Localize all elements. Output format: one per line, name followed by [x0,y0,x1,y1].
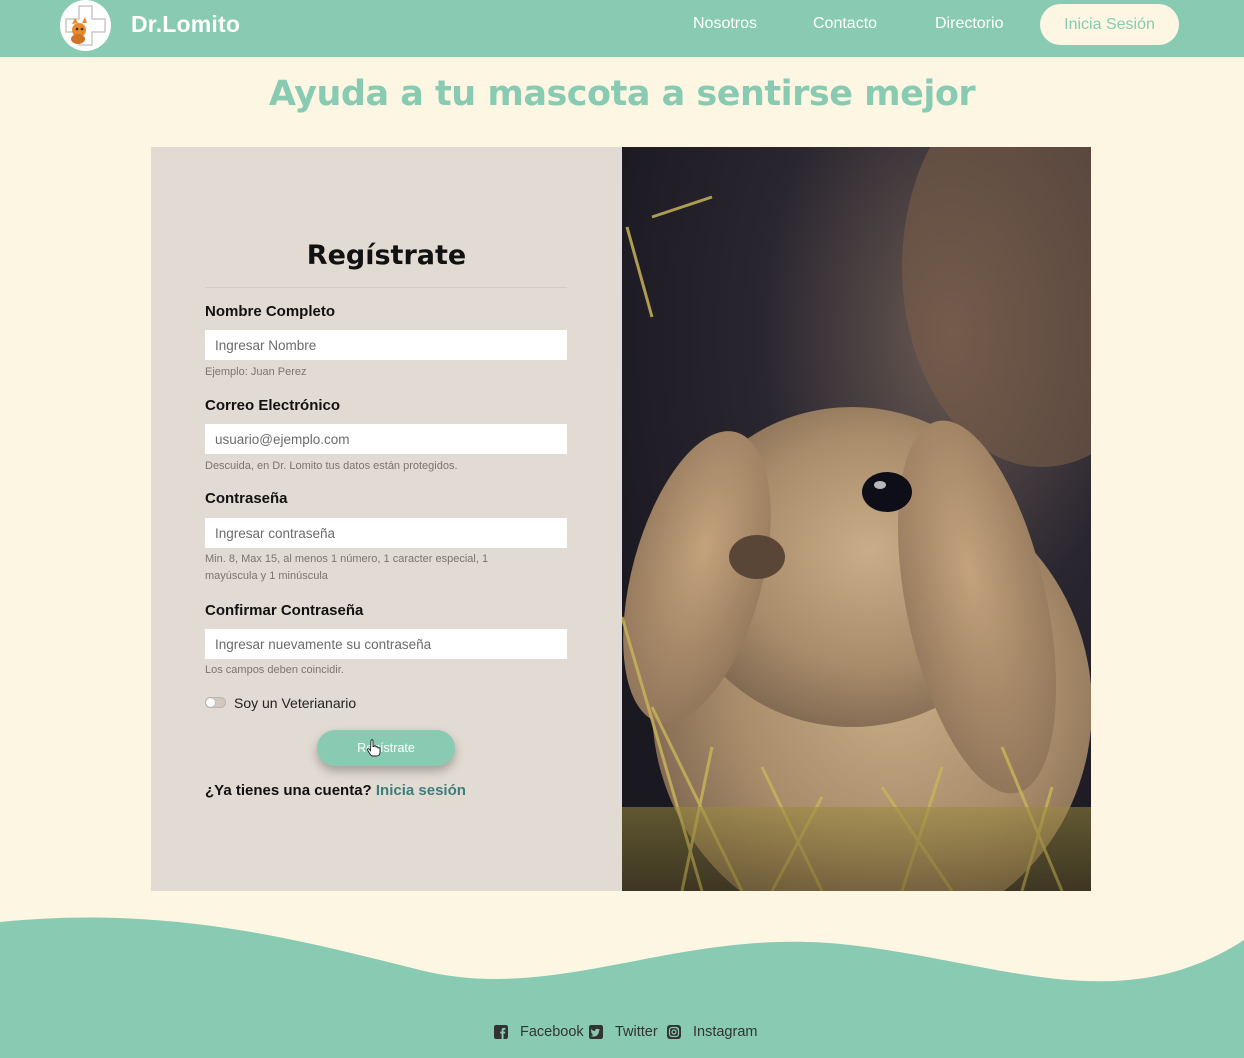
logo[interactable] [60,0,111,51]
login-button[interactable]: Inicia Sesión [1040,4,1179,45]
rabbit-illustration [622,147,1091,891]
signup-card: Regístrate Nombre Completo Ejemplo: Juan… [151,147,1091,891]
confirm-password-input[interactable] [205,629,567,659]
password-label: Contraseña [205,490,288,507]
hand-cursor-icon [367,739,381,757]
facebook-label: Facebook [520,1024,584,1040]
confirm-password-help: Los campos deben coincidir. [205,664,344,676]
password-input[interactable] [205,518,567,548]
name-help: Ejemplo: Juan Perez [205,366,307,378]
vet-toggle[interactable] [205,697,226,708]
email-label: Correo Electrónico [205,397,341,414]
email-input[interactable] [205,424,567,454]
dog-cross-logo-icon [65,5,106,46]
page-headline: Ayuda a tu mascota a sentirse mejor [268,74,976,114]
twitter-label: Twitter [615,1024,658,1040]
signup-form: Regístrate Nombre Completo Ejemplo: Juan… [151,147,622,891]
email-help: Descuida, en Dr. Lomito tus datos están … [205,460,458,472]
account-row: ¿Ya tienes una cuenta? Inicia sesión [205,782,466,799]
password-help: Min. 8, Max 15, al menos 1 número, 1 car… [205,553,489,582]
toggle-knob [206,698,215,707]
brand-name[interactable]: Dr.Lomito [131,11,240,38]
title-divider [205,287,567,288]
instagram-label: Instagram [693,1024,758,1040]
name-label: Nombre Completo [205,303,336,320]
form-title: Regístrate [306,240,467,271]
instagram-icon [667,1025,681,1039]
register-button[interactable]: Regístrate [317,730,455,766]
confirm-password-label: Confirmar Contraseña [205,602,364,619]
vet-toggle-label: Soy un Veterianario [234,695,357,711]
twitter-icon [589,1025,603,1039]
facebook-link[interactable]: Facebook [494,1024,584,1040]
nav-link-directorio[interactable]: Directorio [935,15,1003,33]
twitter-link[interactable]: Twitter [589,1024,658,1040]
nav-link-nosotros[interactable]: Nosotros [693,15,757,33]
rabbit-photo [622,147,1091,891]
login-link[interactable]: Inicia sesión [376,782,466,799]
name-input[interactable] [205,330,567,360]
instagram-link[interactable]: Instagram [667,1024,757,1040]
navbar: Dr.Lomito Nosotros Contacto Directorio I… [0,0,1244,57]
nav-link-contacto[interactable]: Contacto [813,15,877,33]
account-prompt: ¿Ya tienes una cuenta? [205,782,372,799]
facebook-icon [494,1025,508,1039]
